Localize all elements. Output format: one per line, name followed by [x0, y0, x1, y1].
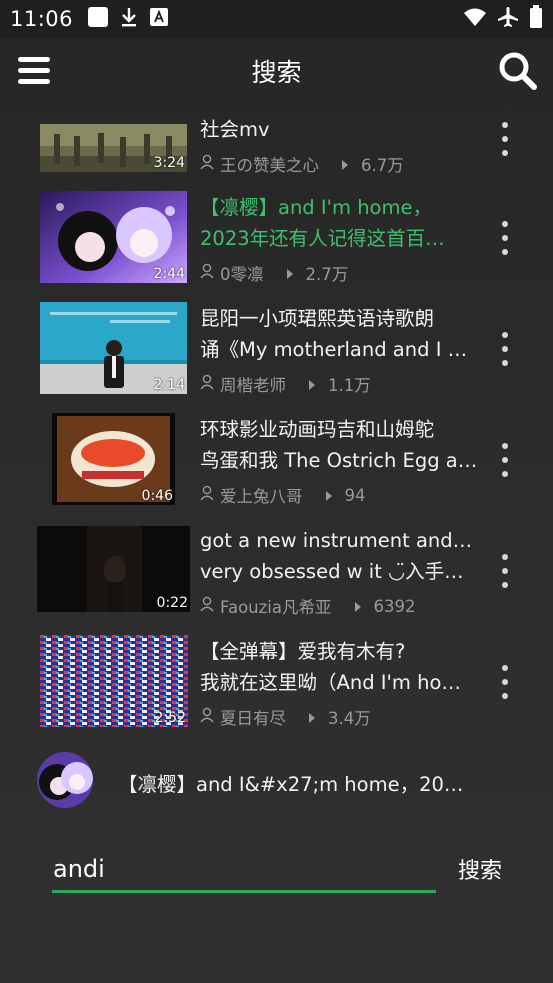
video-views: 1.1万	[328, 376, 371, 395]
video-author: 爱上兔八哥	[220, 487, 303, 506]
video-duration: 0:46	[141, 488, 173, 504]
suggestion-text: 【凛樱】and I&#x27;m home，202…	[118, 773, 464, 796]
more-options-icon[interactable]	[499, 665, 511, 699]
video-meta: 0零凛 2.7万	[200, 261, 348, 285]
more-options-icon[interactable]	[499, 443, 511, 477]
video-meta: 爱上兔八哥 94	[200, 483, 366, 507]
page-title: 搜索	[251, 58, 302, 87]
search-suggestion[interactable]: 【凛樱】and I&#x27;m home，202…	[0, 744, 553, 820]
status-time: 11:06	[10, 7, 74, 31]
video-duration: 0:22	[156, 595, 188, 611]
search-input-container	[52, 848, 436, 893]
user-icon	[200, 707, 214, 727]
suggestion-avatar	[37, 752, 93, 808]
list-item[interactable]: 2:14 昆阳一小项珺熙英语诗歌朗 诵《My motherland and I …	[0, 302, 553, 413]
play-count-icon	[341, 155, 349, 174]
list-item[interactable]: 3:24 社会mv 王の赞美之心 6.7万	[0, 104, 553, 176]
search-button[interactable]: 搜索	[458, 853, 502, 885]
app-bar: 搜索	[0, 38, 553, 104]
airplane-icon	[497, 6, 519, 32]
more-options-icon[interactable]	[499, 332, 511, 366]
video-duration: 3:24	[153, 155, 185, 171]
video-thumbnail[interactable]: 2:14	[40, 302, 187, 394]
download-icon	[119, 6, 139, 32]
video-author: 王の赞美之心	[220, 156, 319, 175]
video-meta: 王の赞美之心 6.7万	[200, 152, 404, 176]
video-thumbnail[interactable]: 3:24	[40, 124, 187, 172]
video-thumbnail[interactable]: 0:46	[52, 413, 175, 505]
list-item[interactable]: 0:46 环球影业动画玛吉和山姆鸵 鸟蛋和我 The Ostrich Egg a…	[0, 413, 553, 524]
user-icon	[200, 154, 214, 174]
search-input[interactable]	[52, 848, 436, 890]
video-views: 6392	[373, 596, 416, 616]
battery-icon	[529, 5, 543, 33]
list-item[interactable]: 2:44 【凛樱】and I'm home， 2023年还有人记得这首百… 0零…	[0, 191, 553, 302]
video-title[interactable]: got a new instrument and i'm very obsess…	[200, 525, 478, 587]
video-views: 3.4万	[328, 709, 371, 728]
user-icon	[200, 263, 214, 283]
more-options-icon[interactable]	[499, 122, 511, 156]
video-author: 0零凛	[220, 265, 264, 284]
more-options-icon[interactable]	[499, 554, 511, 588]
play-count-icon	[354, 597, 362, 616]
search-input-underline	[52, 890, 436, 893]
video-title[interactable]: 【全弹幕】爱我有木有? 我就在这里呦（And I'm ho…	[200, 636, 478, 698]
list-item[interactable]: 0:22 got a new instrument and i'm very o…	[0, 524, 553, 635]
play-count-icon	[308, 708, 316, 727]
video-author: Faouzia凡希亚	[220, 598, 332, 617]
video-title[interactable]: 【凛樱】and I'm home， 2023年还有人记得这首百…	[200, 192, 478, 254]
video-thumbnail[interactable]: 2:44	[40, 191, 187, 283]
video-duration: 2:44	[153, 266, 185, 282]
video-thumbnail[interactable]: 0:22	[37, 526, 190, 612]
video-author: 周楷老师	[220, 376, 286, 395]
wifi-icon	[463, 7, 487, 31]
status-bar: 11:06	[0, 0, 553, 38]
play-count-icon	[325, 486, 333, 505]
video-views: 94	[344, 485, 366, 505]
video-thumbnail[interactable]: 2:52	[40, 635, 188, 727]
video-title[interactable]: 社会mv	[200, 114, 478, 145]
video-views: 6.7万	[361, 156, 404, 175]
video-meta: Faouzia凡希亚 6392	[200, 594, 416, 618]
user-icon	[200, 485, 214, 505]
video-meta: 夏日有尽 3.4万	[200, 705, 371, 729]
font-a-icon	[149, 7, 169, 31]
video-author: 夏日有尽	[220, 709, 286, 728]
search-icon[interactable]	[497, 50, 539, 96]
hamburger-menu-icon[interactable]	[16, 54, 52, 92]
video-duration: 2:52	[154, 710, 186, 726]
results-list[interactable]: 3:24 社会mv 王の赞美之心 6.7万 2:44 【凛樱】and I'm h…	[0, 104, 553, 734]
video-title[interactable]: 环球影业动画玛吉和山姆鸵 鸟蛋和我 The Ostrich Egg a…	[200, 414, 478, 476]
video-meta: 周楷老师 1.1万	[200, 372, 371, 396]
user-icon	[200, 596, 214, 616]
user-icon	[200, 374, 214, 394]
video-duration: 2:14	[153, 377, 185, 393]
video-title[interactable]: 昆阳一小项珺熙英语诗歌朗 诵《My motherland and I …	[200, 303, 478, 365]
play-count-icon	[308, 375, 316, 394]
more-options-icon[interactable]	[499, 221, 511, 255]
play-count-icon	[286, 264, 294, 283]
square-notification-icon	[87, 6, 109, 32]
list-item[interactable]: 2:52 【全弹幕】爱我有木有? 我就在这里呦（And I'm ho… 夏日有尽…	[0, 635, 553, 734]
video-views: 2.7万	[305, 265, 349, 284]
